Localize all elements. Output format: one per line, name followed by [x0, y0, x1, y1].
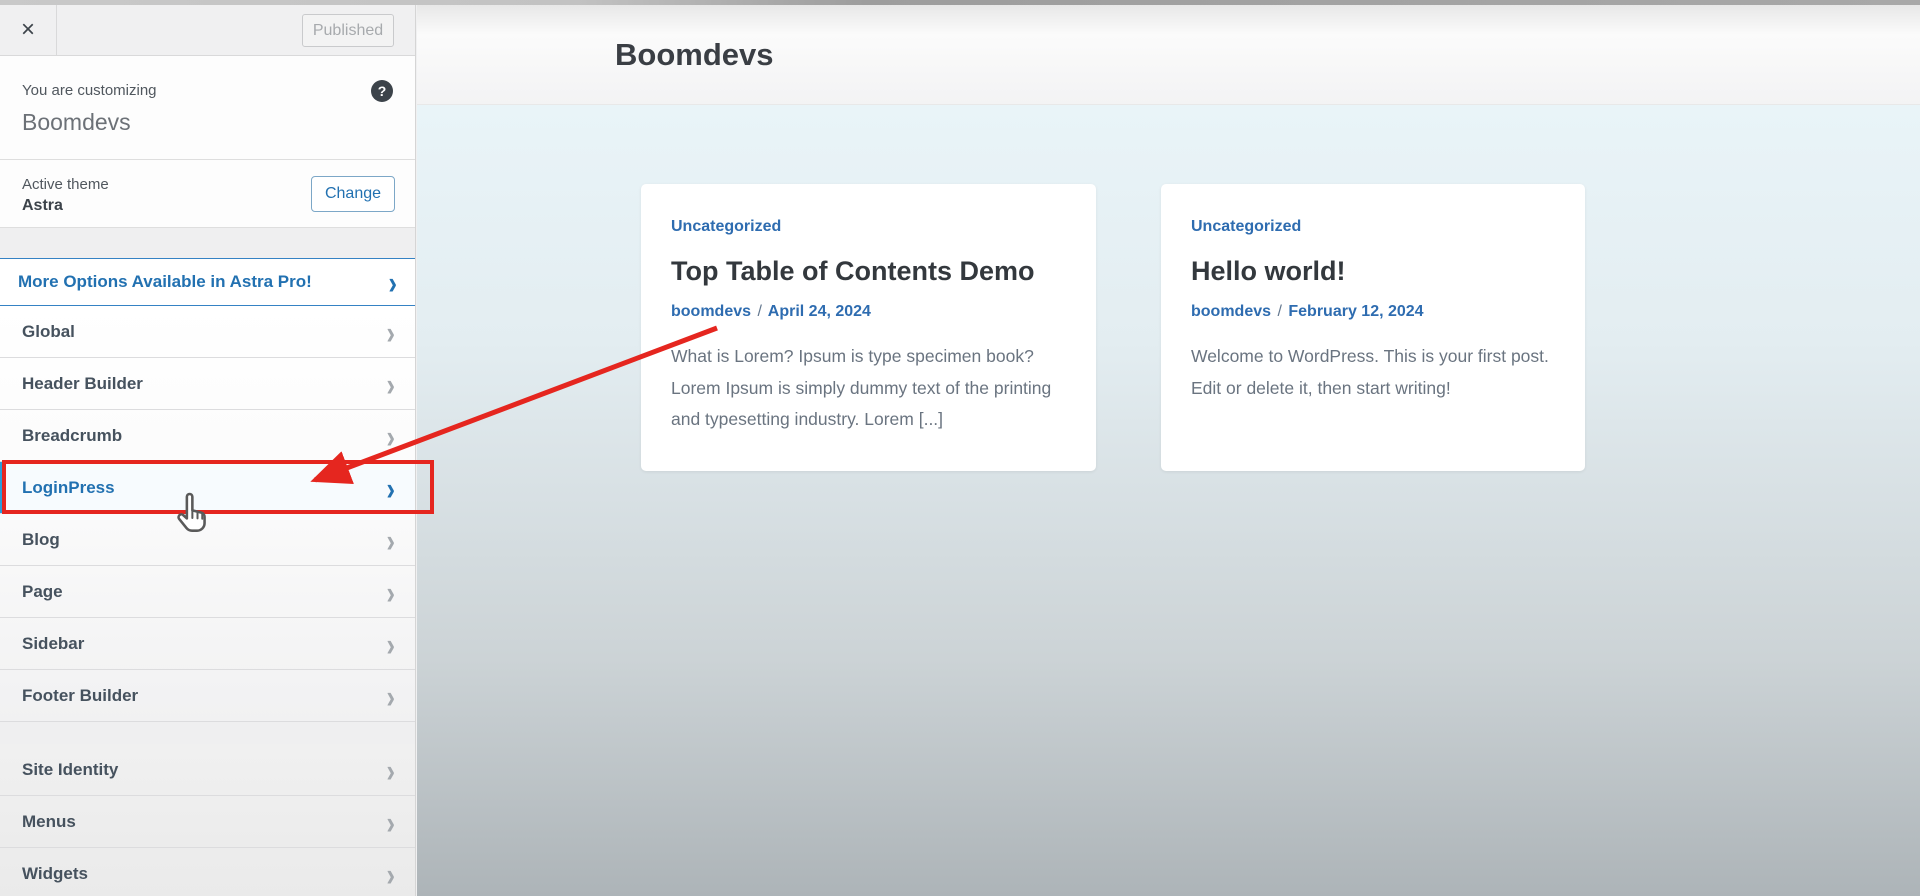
- close-customizer-button[interactable]: ×: [0, 5, 57, 55]
- site-preview-header: Boomdevs: [417, 5, 1920, 105]
- customizer-menu-primary: Global › Header Builder › Breadcrumb › L…: [0, 306, 415, 722]
- help-icon[interactable]: ?: [371, 80, 393, 102]
- sidebar-item-footer-builder[interactable]: Footer Builder ›: [0, 670, 415, 722]
- customizing-label: You are customizing: [22, 82, 393, 99]
- sidebar-item-site-identity[interactable]: Site Identity ›: [0, 744, 415, 796]
- post-category-link[interactable]: Uncategorized: [671, 218, 781, 236]
- chevron-right-icon: ›: [388, 266, 397, 299]
- customizing-site-name: Boomdevs: [22, 109, 393, 136]
- customizer-sidebar: × Published You are customizing Boomdevs…: [0, 0, 416, 896]
- post-title-link[interactable]: Top Table of Contents Demo: [671, 256, 1066, 287]
- chevron-right-icon: ›: [386, 419, 395, 452]
- sidebar-item-label: Site Identity: [22, 760, 118, 780]
- site-title-link[interactable]: Boomdevs: [615, 37, 773, 73]
- chevron-right-icon: ›: [386, 471, 395, 504]
- site-preview: Boomdevs Uncategorized Top Table of Cont…: [417, 0, 1920, 896]
- chevron-right-icon: ›: [386, 315, 395, 348]
- post-card-hello-world: Uncategorized Hello world! boomdevs / Fe…: [1161, 184, 1585, 471]
- post-category-link[interactable]: Uncategorized: [1191, 218, 1301, 236]
- chevron-right-icon: ›: [386, 367, 395, 400]
- sidebar-item-breadcrumb[interactable]: Breadcrumb ›: [0, 410, 415, 462]
- sidebar-item-global[interactable]: Global ›: [0, 306, 415, 358]
- sidebar-item-label: Sidebar: [22, 634, 84, 654]
- chevron-right-icon: ›: [386, 679, 395, 712]
- sidebar-item-loginpress[interactable]: LoginPress ›: [0, 462, 415, 514]
- sidebar-item-label: Menus: [22, 812, 76, 832]
- post-title-link[interactable]: Hello world!: [1191, 256, 1555, 287]
- published-button[interactable]: Published: [302, 14, 394, 47]
- astra-pro-promo-label: More Options Available in Astra Pro!: [18, 272, 312, 292]
- sidebar-item-page[interactable]: Page ›: [0, 566, 415, 618]
- active-item-accent-bar: [0, 462, 5, 513]
- chevron-right-icon: ›: [386, 857, 395, 890]
- sidebar-item-label: Widgets: [22, 864, 88, 884]
- sidebar-item-label: LoginPress: [22, 478, 115, 498]
- post-excerpt: What is Lorem? Ipsum is type specimen bo…: [671, 341, 1066, 436]
- screen-top-strip: [0, 0, 1920, 5]
- site-preview-body: Uncategorized Top Table of Contents Demo…: [417, 105, 1920, 896]
- sidebar-item-label: Page: [22, 582, 63, 602]
- post-excerpt: Welcome to WordPress. This is your first…: [1191, 341, 1555, 404]
- sidebar-item-blog[interactable]: Blog ›: [0, 514, 415, 566]
- post-meta-separator: /: [1275, 303, 1283, 320]
- customizer-screen: × Published You are customizing Boomdevs…: [0, 0, 1920, 896]
- post-date-link[interactable]: April 24, 2024: [768, 303, 871, 320]
- close-icon: ×: [21, 16, 35, 44]
- post-meta: boomdevs / February 12, 2024: [1191, 303, 1555, 321]
- change-theme-button[interactable]: Change: [311, 176, 395, 212]
- post-author-link[interactable]: boomdevs: [671, 303, 751, 320]
- post-author-link[interactable]: boomdevs: [1191, 303, 1271, 320]
- customizer-topbar: × Published: [0, 5, 415, 56]
- sidebar-item-label: Global: [22, 322, 75, 342]
- chevron-right-icon: ›: [386, 753, 395, 786]
- chevron-right-icon: ›: [386, 523, 395, 556]
- post-meta: boomdevs / April 24, 2024: [671, 303, 1066, 321]
- sidebar-item-label: Blog: [22, 530, 60, 550]
- sidebar-item-astra-pro-promo[interactable]: More Options Available in Astra Pro! ›: [0, 258, 415, 306]
- post-date-link[interactable]: February 12, 2024: [1288, 303, 1423, 320]
- active-theme-panel: Active theme Astra Change: [0, 160, 415, 228]
- sidebar-item-label: Footer Builder: [22, 686, 138, 706]
- sidebar-item-sidebar[interactable]: Sidebar ›: [0, 618, 415, 670]
- help-icon-glyph: ?: [378, 83, 387, 99]
- sidebar-item-header-builder[interactable]: Header Builder ›: [0, 358, 415, 410]
- change-theme-button-label: Change: [325, 185, 381, 203]
- customizer-menu-secondary: Site Identity › Menus › Widgets ›: [0, 744, 415, 896]
- chevron-right-icon: ›: [386, 575, 395, 608]
- sidebar-item-widgets[interactable]: Widgets ›: [0, 848, 415, 896]
- chevron-right-icon: ›: [386, 627, 395, 660]
- chevron-right-icon: ›: [386, 805, 395, 838]
- sidebar-item-menus[interactable]: Menus ›: [0, 796, 415, 848]
- published-button-label: Published: [313, 22, 383, 40]
- post-card-top-table-of-contents: Uncategorized Top Table of Contents Demo…: [641, 184, 1096, 471]
- sidebar-item-label: Breadcrumb: [22, 426, 122, 446]
- post-meta-separator: /: [755, 303, 763, 320]
- customizing-info-panel: You are customizing Boomdevs ?: [0, 56, 415, 160]
- sidebar-item-label: Header Builder: [22, 374, 143, 394]
